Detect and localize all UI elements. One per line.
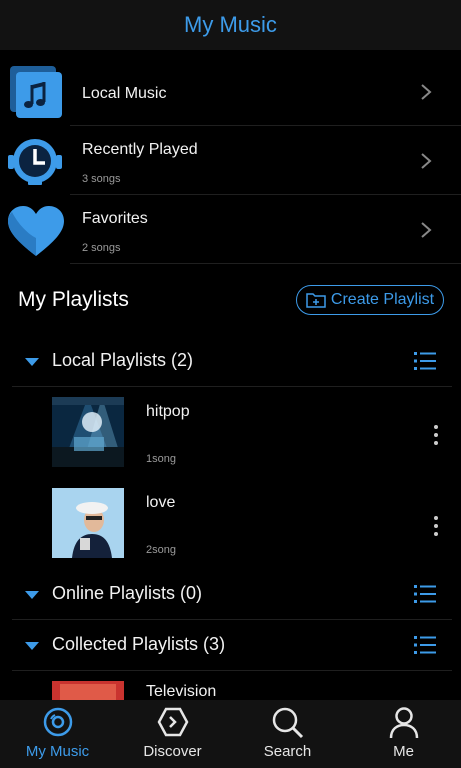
nav-label: My Music: [25, 743, 90, 760]
nav-discover[interactable]: Discover: [115, 700, 230, 768]
local-music-row[interactable]: Local Music: [0, 58, 461, 126]
local-playlists-group[interactable]: Local Playlists (2): [12, 338, 452, 387]
list-manage-icon[interactable]: [414, 584, 436, 604]
expand-triangle-icon: [25, 642, 39, 650]
chevron-right-icon: [421, 153, 432, 169]
more-options-icon[interactable]: [434, 516, 440, 540]
playlist-name: Television: [146, 683, 217, 700]
music-note-icon: [10, 66, 62, 118]
list-manage-icon[interactable]: [414, 635, 436, 655]
chevron-right-icon: [421, 222, 432, 238]
nav-label: Me: [393, 743, 414, 760]
recently-played-count: 3 songs: [82, 173, 121, 185]
nav-search[interactable]: Search: [230, 700, 345, 768]
list-manage-icon[interactable]: [414, 351, 436, 371]
local-music-label: Local Music: [82, 85, 167, 102]
create-playlist-button[interactable]: Create Playlist: [296, 285, 444, 315]
recently-played-label: Recently Played: [82, 141, 198, 158]
discover-icon: [157, 707, 188, 737]
create-playlist-label: Create Playlist: [330, 291, 435, 308]
playlist-cover: [52, 488, 124, 558]
expand-triangle-icon: [25, 358, 39, 366]
chevron-right-icon: [421, 84, 432, 100]
playlist-cover: [52, 681, 124, 700]
clock-headphones-icon: [8, 139, 62, 185]
local-playlists-label: Local Playlists (2): [52, 350, 194, 370]
favorites-count: 2 songs: [82, 242, 121, 254]
playlist-item-television[interactable]: Television: [0, 681, 461, 700]
local-music-text: Local Music: [70, 58, 461, 126]
more-options-icon[interactable]: [434, 425, 440, 449]
disc-icon: [43, 707, 72, 737]
playlist-name: love: [146, 494, 176, 511]
favorites-label: Favorites: [82, 210, 148, 227]
collected-playlists-label: Collected Playlists (3): [52, 634, 226, 654]
nav-label: Search: [263, 743, 312, 760]
online-playlists-label: Online Playlists (0): [52, 583, 203, 603]
nav-me[interactable]: Me: [346, 700, 461, 768]
playlist-name: hitpop: [146, 403, 190, 420]
person-icon: [389, 707, 418, 739]
playlist-item-hitpop[interactable]: hitpop 1song: [0, 397, 461, 481]
nav-my-music[interactable]: My Music: [0, 700, 115, 768]
playlist-song-count: 2song: [146, 544, 176, 556]
my-playlists-title: My Playlists: [18, 288, 129, 311]
favorites-text: Favorites 2 songs: [70, 196, 461, 264]
heart-icon: [8, 206, 64, 256]
playlist-item-love[interactable]: love 2song: [0, 488, 461, 572]
playlist-song-count: 1song: [146, 453, 176, 465]
recently-played-text: Recently Played 3 songs: [70, 127, 461, 195]
add-folder-icon: [306, 293, 326, 308]
playlist-cover: [52, 397, 124, 467]
app-header: My Music: [0, 0, 461, 50]
online-playlists-group[interactable]: Online Playlists (0): [12, 571, 452, 620]
collected-playlists-group[interactable]: Collected Playlists (3): [12, 622, 452, 671]
favorites-row[interactable]: Favorites 2 songs: [0, 196, 461, 264]
nav-label: Discover: [143, 743, 202, 760]
bottom-nav: My Music Discover Search Me: [0, 700, 461, 768]
page-title: My Music: [184, 12, 277, 37]
recently-played-row[interactable]: Recently Played 3 songs: [0, 127, 461, 195]
search-icon: [272, 707, 303, 739]
expand-triangle-icon: [25, 591, 39, 599]
